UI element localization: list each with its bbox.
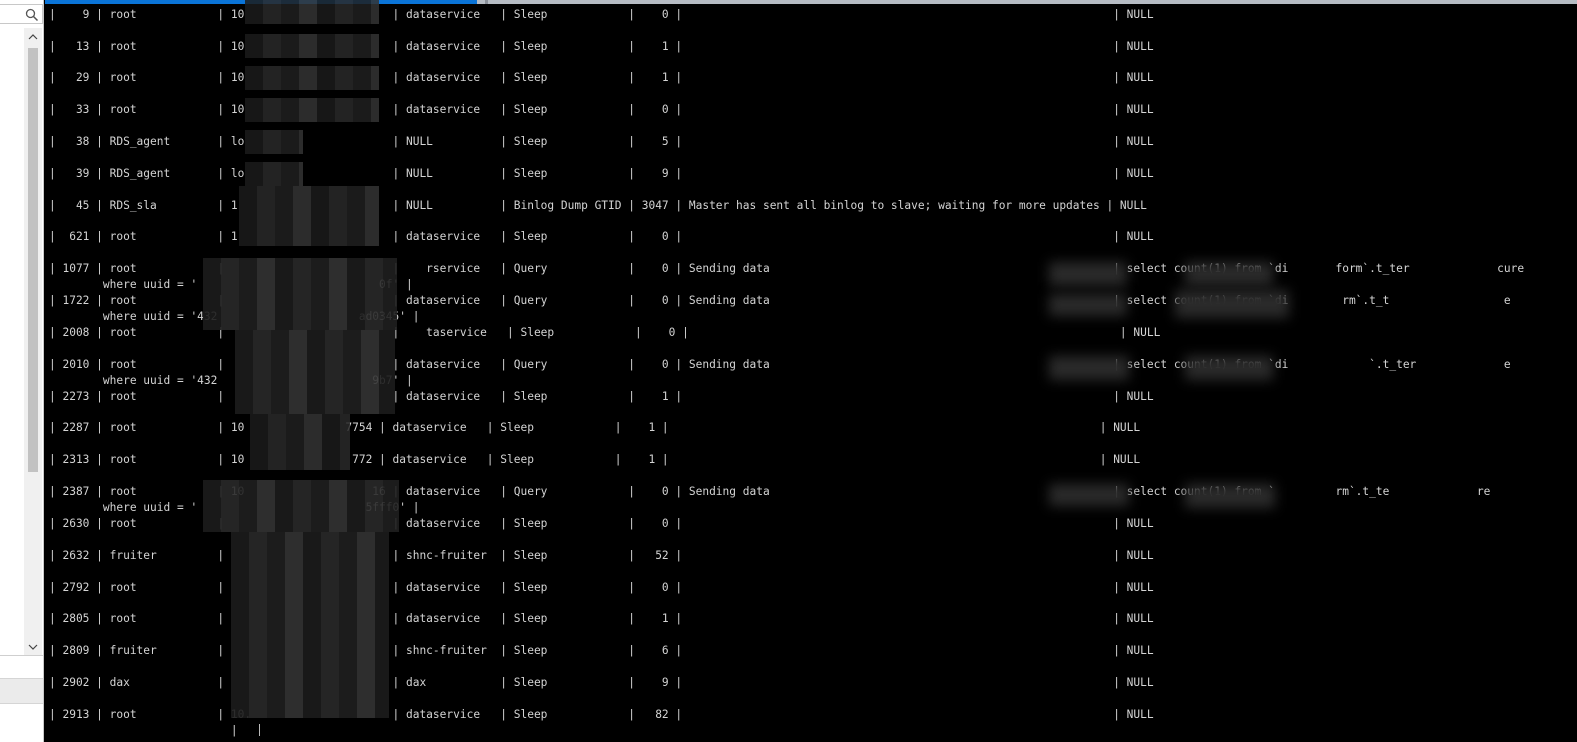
terminal-line: | 2273 | root | | dataservice | Sleep | … bbox=[49, 390, 1154, 403]
terminal-line: where uuid = '432 9b7' | bbox=[49, 374, 413, 387]
terminal-line: | 621 | root | 1 | dataservice | Sleep |… bbox=[49, 230, 1154, 243]
chevron-down-icon[interactable] bbox=[24, 638, 42, 656]
terminal-line: | 13 | root | 10 | dataservice | Sleep |… bbox=[49, 40, 1154, 53]
terminal-line: | bbox=[49, 724, 238, 737]
text-cursor bbox=[259, 724, 260, 736]
terminal-line: | 2809 | fruiter | | shnc-fruiter | Slee… bbox=[49, 644, 1154, 657]
terminal-line: | 2387 | root | 10 16 | dataservice | Qu… bbox=[49, 485, 1491, 498]
tab-separator bbox=[485, 0, 488, 4]
terminal-line: | 2632 | fruiter | | shnc-fruiter | Slee… bbox=[49, 549, 1154, 562]
scrollbar[interactable] bbox=[24, 28, 42, 656]
terminal-line: | 2792 | root | | dataservice | Sleep | … bbox=[49, 581, 1154, 594]
terminal-line: where uuid = ' 5fff0' | bbox=[49, 501, 420, 514]
terminal-output[interactable]: | 9 | root | 10 | dataservice | Sleep | … bbox=[45, 0, 1577, 742]
terminal-line: where uuid = '432 ad0345' | bbox=[49, 310, 420, 323]
terminal-line: | 2287 | root | 10 7754 | dataservice | … bbox=[49, 421, 1141, 434]
terminal-line: | 2630 | root | | dataservice | Sleep | … bbox=[49, 517, 1154, 530]
terminal-line: | 1722 | root | | dataservice | Query | … bbox=[49, 294, 1511, 307]
terminal-line: | 45 | RDS_sla | 1 | NULL | Binlog Dump … bbox=[49, 199, 1147, 212]
terminal-line: | 9 | root | 10 | dataservice | Sleep | … bbox=[49, 8, 1154, 21]
left-sidebar bbox=[0, 0, 44, 742]
terminal-line: | 38 | RDS_agent | lo | NULL | Sleep | 5… bbox=[49, 135, 1154, 148]
terminal-line: where uuid = ' 0f' | bbox=[49, 278, 413, 291]
terminal-line: | 2805 | root | | dataservice | Sleep | … bbox=[49, 612, 1154, 625]
left-bottom-panel[interactable] bbox=[0, 678, 43, 704]
terminal-line: | 1077 | root | | rservice | Query | 0 |… bbox=[49, 262, 1525, 275]
terminal-line: | 2313 | root | 10 772 | dataservice | S… bbox=[49, 453, 1141, 466]
tab-strip bbox=[45, 0, 1577, 4]
tab-active-indicator[interactable] bbox=[45, 0, 477, 4]
terminal-line: | 2008 | root | | taservice | Sleep | 0 … bbox=[49, 326, 1161, 339]
search-input[interactable] bbox=[0, 4, 43, 24]
search-icon[interactable] bbox=[25, 7, 39, 22]
app-window: | 9 | root | 10 | dataservice | Sleep | … bbox=[0, 0, 1577, 742]
divider bbox=[0, 655, 43, 656]
terminal-line: | 2913 | root | 10. | dataservice | Slee… bbox=[49, 708, 1154, 721]
terminal-line: | 2902 | dax | | dax | Sleep | 9 | | NUL… bbox=[49, 676, 1154, 689]
chevron-up-icon[interactable] bbox=[24, 28, 42, 46]
terminal-line: | 33 | root | 10 | dataservice | Sleep |… bbox=[49, 103, 1154, 116]
terminal-line: | 29 | root | 10 | dataservice | Sleep |… bbox=[49, 71, 1154, 84]
terminal-line: | 39 | RDS_agent | lo | NULL | Sleep | 9… bbox=[49, 167, 1154, 180]
terminal-line: | 2010 | root | | dataservice | Query | … bbox=[49, 358, 1511, 371]
scrollbar-thumb[interactable] bbox=[28, 48, 38, 472]
